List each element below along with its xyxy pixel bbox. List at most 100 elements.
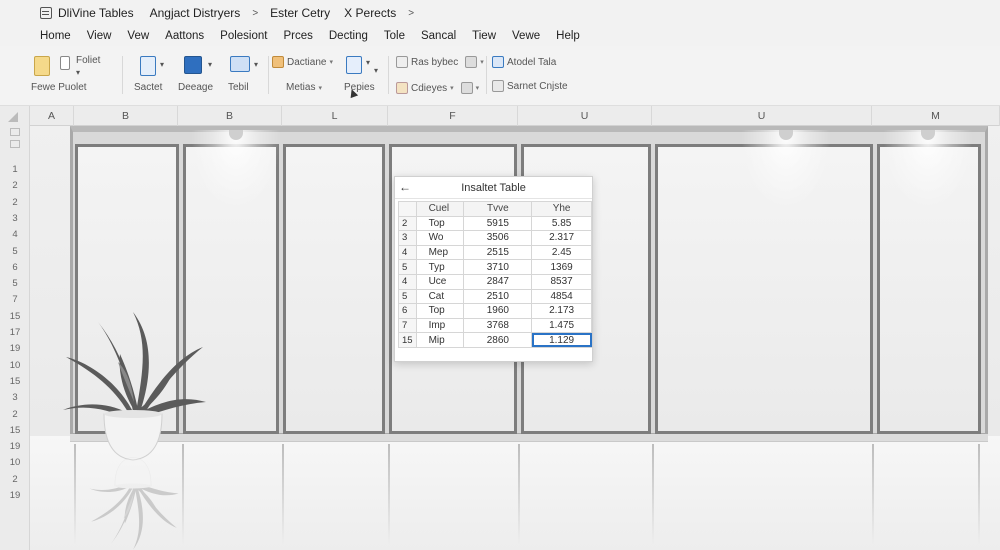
pen-icon[interactable]: [346, 56, 362, 74]
value-cell[interactable]: 1960: [463, 303, 533, 319]
menu-item-home[interactable]: Home: [40, 30, 71, 42]
name-cell[interactable]: Mip: [415, 332, 465, 348]
sarnet-cnjste-button[interactable]: Sarnet Cnjste: [492, 80, 568, 92]
column-header[interactable]: Yhe: [531, 201, 592, 217]
name-cell[interactable]: Mep: [415, 244, 465, 261]
atodel-tala-button[interactable]: Atodel Tala: [492, 56, 556, 68]
name-cell[interactable]: Cat: [415, 288, 465, 305]
table-row[interactable]: 5 Typ 3710 1369: [398, 259, 592, 275]
lock-icon[interactable]: [60, 56, 70, 70]
name-cell[interactable]: Top: [415, 303, 465, 319]
value-cell[interactable]: 2.317: [531, 230, 592, 246]
monitor-icon[interactable]: [230, 56, 250, 72]
paste-icon[interactable]: [34, 56, 50, 76]
row-index-cell[interactable]: 6: [398, 303, 417, 319]
value-cell[interactable]: 1.129: [531, 332, 592, 348]
chevron-down-icon[interactable]: ▾: [208, 60, 212, 69]
value-cell[interactable]: 1.475: [531, 317, 592, 334]
column-header-3[interactable]: L: [282, 106, 388, 126]
row-index-cell[interactable]: 3: [398, 230, 417, 246]
row-number[interactable]: 19: [0, 343, 30, 354]
value-cell[interactable]: 2510: [463, 288, 533, 305]
name-cell[interactable]: Typ: [415, 259, 465, 275]
row-number[interactable]: 1: [0, 164, 30, 175]
row-number[interactable]: 19: [0, 441, 30, 452]
row-number[interactable]: 5: [0, 278, 30, 289]
menu-item-help[interactable]: Help: [556, 30, 580, 42]
tebil-label[interactable]: Tebil: [228, 82, 249, 93]
row-index-cell[interactable]: 2: [398, 215, 417, 232]
table-row[interactable]: 3 Wo 3506 2.317: [398, 230, 592, 246]
table-row[interactable]: 5 Cat 2510 4854: [398, 288, 592, 305]
column-header-7[interactable]: M: [872, 106, 1000, 126]
row-number[interactable]: 19: [0, 490, 30, 501]
chevron-down-icon[interactable]: ▾: [254, 60, 258, 69]
row-number[interactable]: 10: [0, 360, 30, 371]
row-number[interactable]: 3: [0, 213, 30, 224]
table-row[interactable]: 15 Mip 2860 1.129: [398, 332, 592, 348]
row-index-cell[interactable]: 5: [398, 288, 417, 305]
column-header-1[interactable]: B: [74, 106, 178, 126]
table-row[interactable]: 4 Uce 2847 8537: [398, 273, 592, 290]
deeage-label[interactable]: Deeage: [178, 82, 213, 93]
row-number[interactable]: 15: [0, 425, 30, 436]
menu-item-view[interactable]: View: [87, 30, 112, 42]
menu-item-polesiont[interactable]: Polesiont: [220, 30, 267, 42]
menu-item-prces[interactable]: Prces: [283, 30, 312, 42]
row-number[interactable]: 6: [0, 262, 30, 273]
table-row[interactable]: 2 Top 5915 5.85: [398, 215, 592, 232]
value-cell[interactable]: 1369: [531, 259, 592, 275]
column-header[interactable]: Tvve: [463, 201, 533, 217]
value-cell[interactable]: 2.173: [531, 303, 592, 319]
value-cell[interactable]: 2515: [463, 244, 533, 261]
sactet-label[interactable]: Sactet: [134, 82, 162, 93]
row-number[interactable]: 2: [0, 180, 30, 191]
row-number[interactable]: 10: [0, 457, 30, 468]
row-number[interactable]: 2: [0, 197, 30, 208]
value-cell[interactable]: 2.45: [531, 244, 592, 261]
chevron-down-icon[interactable]: ▾: [160, 60, 164, 69]
table-row[interactable]: 7 Imp 3768 1.475: [398, 317, 592, 334]
column-header-0[interactable]: A: [30, 106, 74, 126]
dactiane-button[interactable]: Dactiane ▾: [272, 56, 333, 68]
metias-button[interactable]: Metias ▾: [286, 82, 322, 93]
row-number[interactable]: 7: [0, 294, 30, 305]
table-row[interactable]: 6 Top 1960 2.173: [398, 303, 592, 319]
menu-item-aattons[interactable]: Aattons: [165, 30, 204, 42]
rasbybec-button[interactable]: Ras bybec ▾: [396, 56, 484, 68]
name-cell[interactable]: Top: [415, 215, 465, 232]
column-header-4[interactable]: F: [388, 106, 518, 126]
clipboard-top-label[interactable]: Foliet: [76, 55, 100, 66]
table-row[interactable]: 4 Mep 2515 2.45: [398, 244, 592, 261]
row-index-cell[interactable]: 7: [398, 317, 417, 334]
menu-item-sancal[interactable]: Sancal: [421, 30, 456, 42]
select-all-corner[interactable]: [8, 112, 18, 122]
title-segment[interactable]: Angjact Distryers: [150, 6, 241, 20]
row-number[interactable]: 15: [0, 311, 30, 322]
name-cell[interactable]: Uce: [415, 273, 465, 290]
column-header-2[interactable]: B: [178, 106, 282, 126]
row-number[interactable]: 4: [0, 229, 30, 240]
chevron-down-icon[interactable]: ▾: [374, 66, 378, 75]
row-index-cell[interactable]: 15: [398, 332, 417, 348]
row-index-cell[interactable]: 4: [398, 273, 417, 290]
name-cell[interactable]: Imp: [415, 317, 465, 334]
cdieyes-button[interactable]: Cdieyes ▾ ▾: [396, 82, 479, 94]
value-cell[interactable]: 8537: [531, 273, 592, 290]
row-index-cell[interactable]: 5: [398, 259, 417, 275]
row-number[interactable]: 2: [0, 474, 30, 485]
value-cell[interactable]: 4854: [531, 288, 592, 305]
title-segment[interactable]: Ester Cetry: [270, 6, 330, 20]
value-cell[interactable]: 3506: [463, 230, 533, 246]
menu-item-decting[interactable]: Decting: [329, 30, 368, 42]
value-cell[interactable]: 3710: [463, 259, 533, 275]
menu-item-vewe[interactable]: Vewe: [512, 30, 540, 42]
menu-item-tiew[interactable]: Tiew: [472, 30, 496, 42]
column-header-5[interactable]: U: [518, 106, 652, 126]
title-segment[interactable]: X Perects: [344, 6, 396, 20]
column-header[interactable]: Cuel: [415, 201, 465, 217]
name-cell[interactable]: Wo: [415, 230, 465, 246]
value-cell[interactable]: 2847: [463, 273, 533, 290]
chevron-down-icon[interactable]: ▾: [76, 68, 80, 77]
row-number[interactable]: 15: [0, 376, 30, 387]
